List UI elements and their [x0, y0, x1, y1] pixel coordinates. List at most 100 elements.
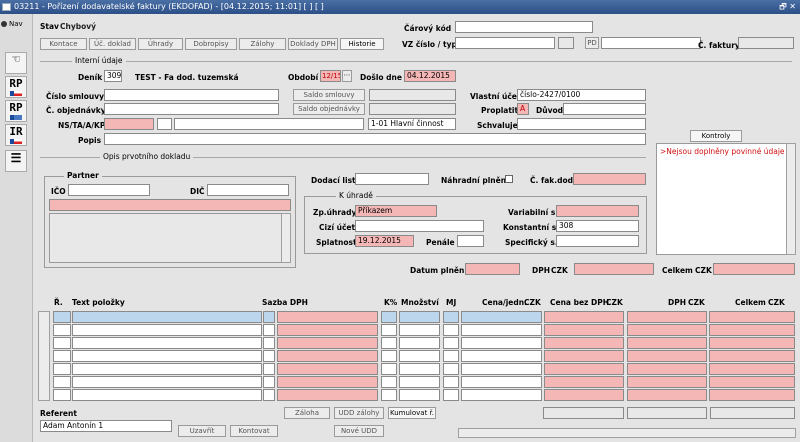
grid-cell[interactable]	[381, 337, 397, 349]
udd-zalohy-button[interactable]: UDD zálohy	[334, 407, 384, 419]
grid-cell[interactable]	[443, 350, 459, 362]
grid-cell[interactable]	[53, 337, 71, 349]
grid-horizontal-scrollbar[interactable]	[458, 428, 796, 438]
grid-cell[interactable]	[263, 363, 275, 375]
grid-cell[interactable]	[443, 376, 459, 388]
dph-total-input[interactable]	[574, 263, 654, 275]
vlastni-ucet-input[interactable]: číslo-2427/0100	[517, 89, 646, 101]
tab-zalohy[interactable]: Zálohy	[239, 38, 286, 50]
grid-cell[interactable]	[544, 350, 624, 362]
carovy-kod-input[interactable]	[455, 21, 593, 33]
grid-cell[interactable]	[399, 376, 440, 388]
grid-cell[interactable]	[627, 376, 707, 388]
grid-cell[interactable]	[53, 363, 71, 375]
grid-cell[interactable]	[399, 363, 440, 375]
kumulovat-button[interactable]: Kumulovat ř.	[388, 407, 436, 419]
nahradni-plneni-checkbox[interactable]	[505, 175, 513, 183]
grid-cell[interactable]	[461, 376, 542, 388]
grid-cell[interactable]	[709, 324, 795, 336]
rp-tool-button-1[interactable]: RP	[5, 76, 27, 98]
obdobi-input[interactable]: 12/15	[320, 70, 341, 82]
window-controls[interactable]: 🗗 ✕	[779, 0, 796, 14]
grid-cell[interactable]	[461, 389, 542, 401]
grid-cell[interactable]	[72, 324, 262, 336]
grid-cell[interactable]	[277, 311, 378, 323]
list-tool-button[interactable]: ☰	[5, 150, 27, 172]
zaloha-button[interactable]: Záloha	[284, 407, 330, 419]
grid-cell[interactable]	[443, 324, 459, 336]
grid-cell[interactable]	[544, 311, 624, 323]
grid-cell[interactable]	[544, 376, 624, 388]
grid-cell[interactable]	[399, 350, 440, 362]
grid-cell[interactable]	[277, 363, 378, 375]
grid-cell[interactable]	[72, 337, 262, 349]
grid-cell[interactable]	[381, 350, 397, 362]
grid-cell[interactable]	[381, 324, 397, 336]
grid-cell[interactable]	[72, 389, 262, 401]
grid-cell[interactable]	[627, 311, 707, 323]
cinnost-input[interactable]: 1-01 Hlavní činnost	[368, 118, 456, 130]
grid-cell[interactable]	[461, 311, 542, 323]
ns-description[interactable]	[174, 118, 364, 130]
grid-cell[interactable]	[544, 389, 624, 401]
splatnost-input[interactable]: 19.12.2015	[355, 235, 414, 247]
grid-cell[interactable]	[709, 376, 795, 388]
ns-input[interactable]	[104, 118, 154, 130]
grid-cell[interactable]	[627, 389, 707, 401]
pd-button[interactable]: PD	[585, 37, 599, 49]
grid-cell[interactable]	[544, 337, 624, 349]
grid-cell[interactable]	[443, 311, 459, 323]
ico-input[interactable]	[68, 184, 150, 196]
grid-cell[interactable]	[709, 363, 795, 375]
nav-radio[interactable]: Nav	[1, 20, 23, 28]
grid-cell[interactable]	[461, 324, 542, 336]
grid-cell[interactable]	[381, 363, 397, 375]
duvod-input[interactable]	[563, 103, 646, 115]
penale-input[interactable]	[457, 235, 484, 247]
nove-udd-button[interactable]: Nové UDD	[334, 425, 384, 437]
grid-cell[interactable]	[263, 389, 275, 401]
variabilni-symbol-input[interactable]	[556, 205, 639, 217]
tab-dobropisy[interactable]: Dobropisy	[185, 38, 237, 50]
grid-cell[interactable]	[443, 337, 459, 349]
grid-cell[interactable]	[627, 363, 707, 375]
saldo-smlouvy-button[interactable]: Saldo smlouvy	[293, 89, 365, 101]
grid-cell[interactable]	[399, 324, 440, 336]
pd-input[interactable]	[601, 37, 701, 49]
tab-uc-doklad[interactable]: Úč. doklad	[89, 38, 136, 50]
uzavrit-button[interactable]: Uzavřít	[178, 425, 226, 437]
grid-cell[interactable]	[53, 324, 71, 336]
zpusob-uhrady-input[interactable]: Příkazem	[355, 205, 437, 217]
cislo-faktury-input[interactable]	[738, 37, 794, 49]
grid-cell[interactable]	[277, 389, 378, 401]
partner-scrollbar[interactable]	[281, 213, 291, 263]
grid-cell[interactable]	[544, 363, 624, 375]
grid-cell[interactable]	[399, 337, 440, 349]
grid-cell[interactable]	[53, 350, 71, 362]
popis-input[interactable]	[104, 133, 646, 145]
dic-input[interactable]	[207, 184, 289, 196]
proplatit-input[interactable]: A	[517, 103, 529, 115]
cislo-smlouvy-input[interactable]	[104, 89, 279, 101]
datum-plneni-input[interactable]	[465, 263, 520, 275]
grid-cell[interactable]	[277, 376, 378, 388]
grid-cell[interactable]	[263, 311, 275, 323]
tab-uhrady[interactable]: Úhrady	[138, 38, 183, 50]
referent-input[interactable]: Adam Antonín 1	[40, 420, 172, 432]
grid-cell[interactable]	[709, 350, 795, 362]
vz-typ-input[interactable]	[558, 37, 574, 49]
partner-address-area[interactable]	[49, 213, 291, 263]
grid-cell[interactable]	[381, 389, 397, 401]
grid-cell[interactable]	[399, 389, 440, 401]
saldo-objednavky-button[interactable]: Saldo objednávky	[293, 103, 365, 115]
hand-tool-button[interactable]: ☜	[5, 52, 27, 74]
doslo-input[interactable]: 04.12.2015	[404, 70, 456, 82]
konstantni-symbol-input[interactable]: 308	[556, 220, 639, 232]
vz-cislo-input[interactable]	[455, 37, 555, 49]
tab-historie[interactable]: Historie	[340, 38, 384, 50]
grid-cell[interactable]	[399, 311, 440, 323]
grid-cell[interactable]	[263, 324, 275, 336]
grid-cell[interactable]	[72, 363, 262, 375]
grid-cell[interactable]	[263, 337, 275, 349]
grid-cell[interactable]	[709, 337, 795, 349]
